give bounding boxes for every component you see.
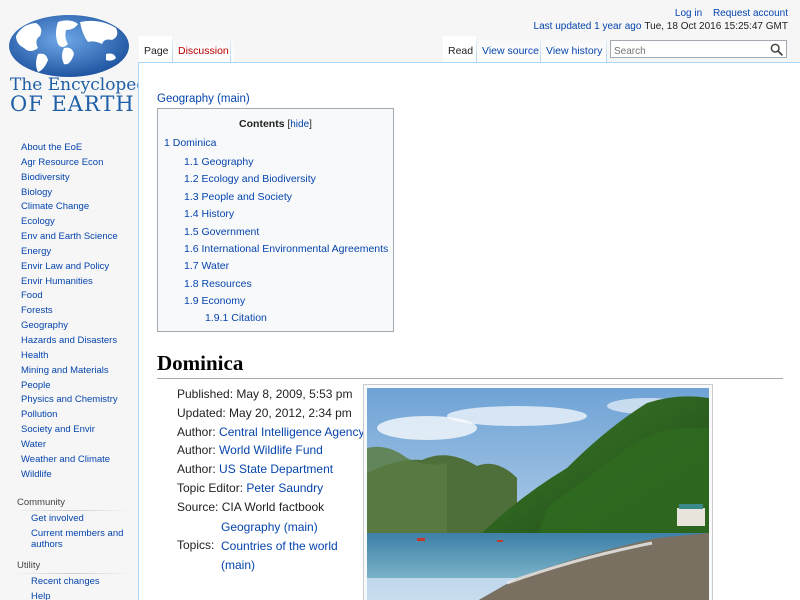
last-updated: Last updated 1 year ago Tue, 18 Oct 2016 … [534, 21, 788, 32]
logo-text-line2: OF EARTH [10, 92, 135, 116]
sidebar-utility-portal: Utility Recent changes Help [0, 553, 138, 600]
toc-item-dominica[interactable]: 1 Dominica [164, 137, 217, 149]
sidebar-item-biodiversity[interactable]: Biodiversity [21, 172, 70, 183]
sidebar-item-wildlife[interactable]: Wildlife [21, 469, 52, 480]
tab-view-source[interactable]: View source [477, 36, 545, 62]
updated-date: Updated: May 20, 2012, 2:34 pm [177, 405, 352, 420]
article-photo-dominica-coast[interactable] [367, 388, 709, 600]
utility-heading: Utility [17, 560, 41, 571]
page-title: Dominica [157, 353, 783, 379]
sidebar-item-agr-resource-econ[interactable]: Agr Resource Econ [21, 157, 103, 168]
sidebar-item-weather-climate[interactable]: Weather and Climate [21, 454, 110, 465]
tab-page[interactable]: Page [139, 36, 174, 62]
table-of-contents: Contents [hide] 1 Dominica 1.1 Geography… [157, 108, 394, 332]
toc-item-resources[interactable]: 1.8 Resources [184, 278, 252, 290]
tab-read-label: Read [448, 45, 474, 57]
tab-view-source-label: View source [482, 45, 540, 57]
toc-item-people-society[interactable]: 1.3 People and Society [184, 191, 292, 203]
site-logo[interactable]: The Encyclopedia OF EARTH [0, 0, 163, 118]
sidebar-navigation: About the EoE Agr Resource Econ Biodiver… [0, 141, 138, 482]
sidebar-item-people[interactable]: People [21, 380, 51, 391]
author-label: Author: [177, 443, 220, 458]
sidebar-item-physics-chemistry[interactable]: Physics and Chemistry [21, 394, 118, 405]
tab-separator [606, 36, 607, 62]
current-members-link[interactable]: Current members and authors [31, 528, 123, 550]
last-updated-date: Tue, 18 Oct 2016 15:25:47 GMT [644, 21, 788, 32]
tab-view-history[interactable]: View history [541, 36, 608, 62]
tab-view-history-label: View history [546, 45, 603, 57]
toc-item-geography[interactable]: 1.1 Geography [184, 156, 253, 168]
sidebar-item-envir-law-policy[interactable]: Envir Law and Policy [21, 261, 109, 272]
last-updated-link[interactable]: Last updated 1 year ago [534, 21, 642, 32]
globe-icon [9, 15, 129, 77]
article-metadata: Published: May 8, 2009, 5:53 pm Updated:… [177, 385, 364, 572]
login-link[interactable]: Log in [675, 8, 702, 19]
main-content: Geography (main) Contents [hide] 1 Domin… [138, 62, 800, 600]
sidebar: About the EoE Agr Resource Econ Biodiver… [0, 118, 138, 600]
toc-item-water[interactable]: 1.7 Water [184, 260, 229, 272]
search-icon[interactable] [770, 43, 783, 56]
toc-item-citation[interactable]: 1.9.1 Citation [205, 312, 267, 324]
author-link-state-dept[interactable]: US State Department [219, 462, 333, 476]
sidebar-item-society-envir[interactable]: Society and Envir [21, 424, 95, 435]
toc-item-intl-agreements[interactable]: 1.6 International Environmental Agreemen… [184, 243, 388, 255]
topic-editor-label: Topic Editor: [177, 480, 247, 495]
source-row: Source: CIA World factbook [177, 499, 325, 514]
toc-item-economy[interactable]: 1.9 Economy [184, 295, 245, 307]
search-box [610, 40, 787, 60]
author-row: Author: US State Department [177, 460, 364, 479]
sidebar-community-portal: Community Get involved Current members a… [0, 490, 138, 554]
recent-changes-link[interactable]: Recent changes [31, 576, 100, 587]
sidebar-item-ecology[interactable]: Ecology [21, 216, 55, 227]
sidebar-item-energy[interactable]: Energy [21, 246, 51, 257]
sidebar-item-biology[interactable]: Biology [21, 187, 52, 198]
personal-tools: Log in Request account Last updated 1 ye… [534, 8, 788, 32]
tab-read[interactable]: Read [443, 36, 479, 62]
sidebar-item-pollution[interactable]: Pollution [21, 409, 57, 420]
author-row: Author: Central Intelligence Agency [177, 423, 364, 442]
topics-label: Topics: [177, 537, 215, 552]
tab-discussion-label: Discussion [178, 45, 229, 57]
topic-editor-row: Topic Editor: Peter Saundry [177, 479, 364, 498]
sidebar-item-geography[interactable]: Geography [21, 320, 68, 331]
sidebar-item-forests[interactable]: Forests [21, 305, 53, 316]
sidebar-item-envir-humanities[interactable]: Envir Humanities [21, 276, 93, 287]
sidebar-item-water[interactable]: Water [21, 439, 46, 450]
sidebar-item-about[interactable]: About the EoE [21, 142, 82, 153]
author-label: Author: [177, 424, 220, 439]
sidebar-item-mining-materials[interactable]: Mining and Materials [21, 365, 109, 376]
sidebar-item-env-earth-science[interactable]: Env and Earth Science [21, 231, 118, 242]
author-label: Author: [177, 462, 220, 477]
topic-link-countries[interactable]: Countries of the world (main) [221, 537, 341, 575]
toc-hide-bracket-close: ] [309, 119, 312, 130]
sidebar-item-health[interactable]: Health [21, 350, 48, 361]
toc-item-government[interactable]: 1.5 Government [184, 226, 259, 238]
toc-item-history[interactable]: 1.4 History [184, 208, 234, 220]
author-row: Author: World Wildlife Fund [177, 441, 364, 460]
toc-item-ecology[interactable]: 1.2 Ecology and Biodiversity [184, 173, 316, 185]
category-link-geography[interactable]: Geography (main) [157, 93, 250, 105]
author-link-wwf[interactable]: World Wildlife Fund [219, 443, 323, 457]
get-involved-link[interactable]: Get involved [31, 513, 84, 524]
help-link[interactable]: Help [31, 591, 51, 600]
toc-title-text: Contents [239, 118, 285, 130]
tab-discussion[interactable]: Discussion [173, 36, 234, 62]
author-link-cia[interactable]: Central Intelligence Agency [219, 425, 364, 439]
tab-separator [230, 36, 231, 62]
sidebar-item-climate-change[interactable]: Climate Change [21, 201, 89, 212]
topic-editor-link[interactable]: Peter Saundry [246, 481, 323, 495]
sidebar-item-hazards-disasters[interactable]: Hazards and Disasters [21, 335, 117, 346]
sidebar-item-food[interactable]: Food [21, 290, 43, 301]
toc-hide-toggle[interactable]: hide [290, 119, 309, 130]
topic-link-geography[interactable]: Geography (main) [221, 518, 341, 537]
published-date: Published: May 8, 2009, 5:53 pm [177, 387, 353, 401]
toc-title: Contents [hide] [158, 118, 393, 131]
tab-page-label: Page [144, 45, 169, 57]
request-account-link[interactable]: Request account [713, 8, 788, 19]
community-heading: Community [17, 497, 66, 508]
article-image-frame [363, 384, 713, 600]
search-input[interactable] [611, 43, 761, 60]
